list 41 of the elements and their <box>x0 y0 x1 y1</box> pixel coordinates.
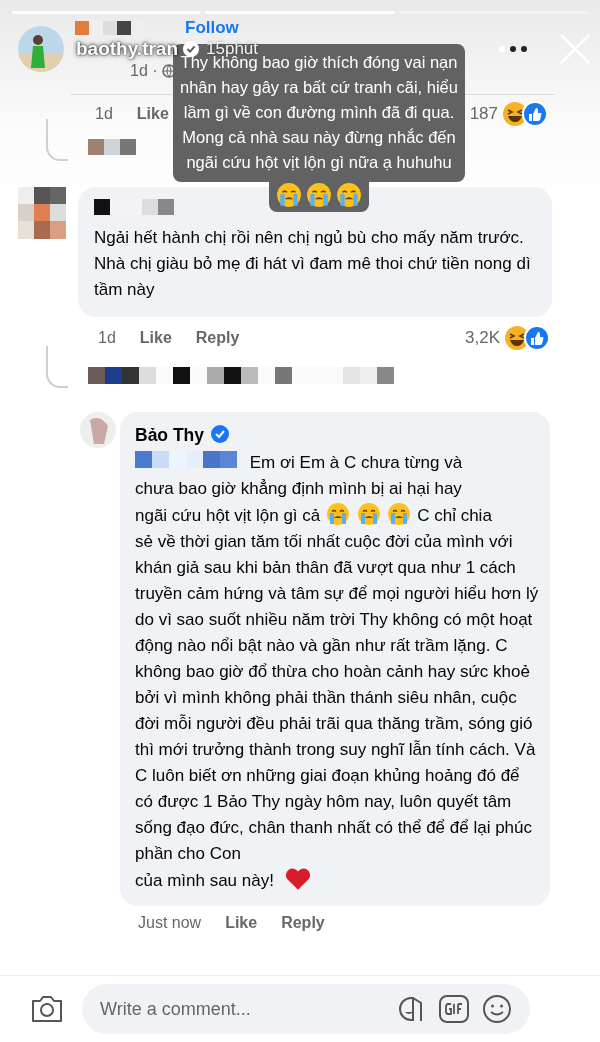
reaction-count: 187 <box>469 104 498 124</box>
thread-line <box>46 345 68 388</box>
follow-link[interactable]: Follow <box>185 18 239 38</box>
camera-icon[interactable] <box>30 994 64 1024</box>
comment-input[interactable]: Write a comment... <box>98 997 384 1021</box>
crying-face-icon <box>356 502 381 526</box>
reply-link[interactable]: Reply <box>281 914 325 932</box>
crying-face-icon <box>387 502 412 526</box>
pixelated-name-drawing <box>88 139 136 155</box>
crying-face-icon <box>326 502 350 526</box>
comment-text: C chỉ chia <box>417 506 492 525</box>
crying-face-icon <box>336 182 362 208</box>
author-name: Bảo Thy <box>135 425 205 445</box>
like-link[interactable]: Like <box>225 914 258 932</box>
reaction-icons <box>502 101 548 127</box>
comment-field[interactable]: Write a comment... <box>82 984 530 1034</box>
crying-face-icon <box>306 182 332 208</box>
comment-text: của mình sau này! <box>135 871 274 890</box>
comment-time: Just now <box>138 914 202 932</box>
avatar <box>18 26 64 72</box>
comment-text: ngãi cứu hột vịt lộn gì cả <box>135 506 321 525</box>
crying-face-icon <box>276 182 302 208</box>
avatar <box>18 187 66 239</box>
reaction-count: 3,2K <box>465 328 500 348</box>
comment-text: Em ơi Em à C chưa từng và <box>249 453 463 472</box>
comment-time: 1d · <box>130 62 158 80</box>
thread-line <box>46 119 68 161</box>
gif-icon[interactable] <box>438 994 470 1024</box>
reply-link[interactable]: Reply <box>195 329 240 347</box>
emoji-icon[interactable] <box>482 994 512 1024</box>
comment-time: 1d <box>95 105 113 123</box>
more-icon[interactable] <box>498 45 528 53</box>
like-link[interactable]: Like <box>139 329 172 347</box>
reaction-icons <box>504 325 550 351</box>
heart-icon <box>284 867 311 891</box>
comment-text: Ngải hết hành chị rồi nên chị ngủ bù cho mấy năm trước. Nhà chị giàu bỏ mẹ đi hát vì đam mê thoi chứ tiền nong dì tầm này <box>94 227 532 301</box>
comment-time: 1d <box>98 329 116 347</box>
avatar <box>80 412 116 448</box>
verified-badge-icon <box>182 40 201 58</box>
like-link[interactable]: Like <box>136 105 169 123</box>
comment-text: chưa bao giờ khẳng định mình bị ai hại hay <box>135 479 462 498</box>
